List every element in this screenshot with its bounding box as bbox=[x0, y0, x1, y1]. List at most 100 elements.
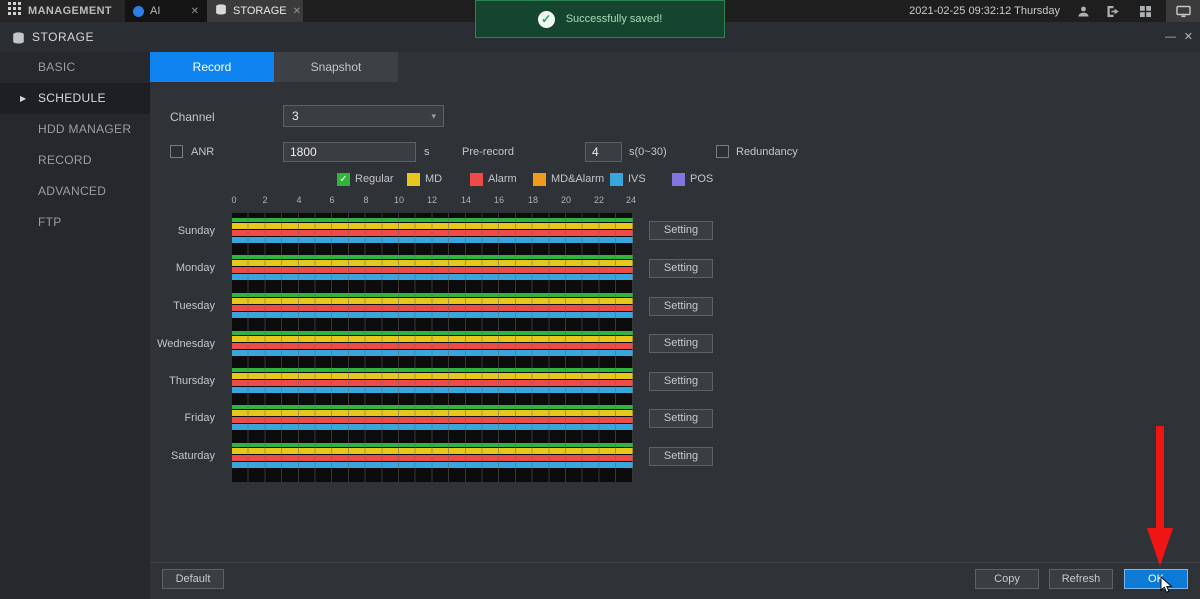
alarm-swatch bbox=[470, 173, 483, 186]
stripe-regular bbox=[232, 368, 633, 372]
stripe-md bbox=[232, 260, 633, 266]
minimize-icon[interactable]: — bbox=[1165, 22, 1176, 52]
anr-label: ANR bbox=[191, 146, 214, 158]
logout-icon[interactable] bbox=[1100, 0, 1126, 22]
sidebar-item-advanced[interactable]: ADVANCED bbox=[0, 176, 150, 207]
pre-record-input[interactable] bbox=[585, 142, 622, 162]
stripe-alarm bbox=[232, 455, 633, 461]
sidebar-item-label: ADVANCED bbox=[38, 184, 106, 198]
stripe-ivs bbox=[232, 387, 633, 393]
legend-pos[interactable]: POS bbox=[672, 172, 713, 186]
legend-label: Alarm bbox=[488, 173, 517, 185]
sidebar: BASIC ▶ SCHEDULE HDD MANAGER RECORD ADVAN… bbox=[0, 52, 150, 599]
stripe-md bbox=[232, 336, 633, 342]
sidebar-item-schedule[interactable]: ▶ SCHEDULE bbox=[0, 83, 150, 114]
sidebar-item-hdd-manager[interactable]: HDD MANAGER bbox=[0, 114, 150, 145]
sidebar-item-label: FTP bbox=[38, 215, 62, 229]
page-title: STORAGE bbox=[32, 22, 94, 52]
anr-input[interactable] bbox=[283, 142, 416, 162]
hour-label: 0 bbox=[231, 195, 236, 205]
hour-label: 16 bbox=[494, 195, 504, 205]
day-label-wednesday: Wednesday bbox=[150, 338, 215, 350]
channel-value: 3 bbox=[292, 109, 299, 123]
day-label-saturday: Saturday bbox=[150, 450, 215, 462]
tab-storage-label: STORAGE bbox=[233, 5, 287, 17]
schedule-row-friday[interactable] bbox=[232, 405, 633, 431]
close-icon[interactable]: ✕ bbox=[1184, 22, 1193, 52]
setting-button-wednesday[interactable]: Setting bbox=[649, 334, 713, 353]
ok-button[interactable]: OK bbox=[1124, 569, 1188, 589]
legend-regular[interactable]: ✓ Regular bbox=[337, 172, 394, 186]
refresh-button[interactable]: Refresh bbox=[1049, 569, 1113, 589]
stripe-md bbox=[232, 298, 633, 304]
stripe-md bbox=[232, 223, 633, 229]
tab-storage-close-icon[interactable]: ✕ bbox=[293, 6, 301, 17]
stripe-alarm bbox=[232, 380, 633, 386]
stripe-regular bbox=[232, 255, 633, 259]
check-icon: ✓ bbox=[339, 174, 347, 185]
management-menu[interactable]: MANAGEMENT bbox=[0, 0, 125, 22]
schedule-row-wednesday[interactable] bbox=[232, 331, 633, 357]
schedule-grid[interactable] bbox=[232, 213, 633, 482]
sidebar-item-label: BASIC bbox=[38, 60, 76, 74]
display-icon[interactable] bbox=[1166, 0, 1200, 22]
legend-ivs[interactable]: IVS bbox=[610, 172, 646, 186]
stripe-alarm bbox=[232, 305, 633, 311]
hour-label: 18 bbox=[528, 195, 538, 205]
management-label: MANAGEMENT bbox=[28, 5, 112, 17]
stripe-alarm bbox=[232, 417, 633, 423]
pre-record-unit-label: s(0~30) bbox=[629, 146, 667, 158]
layout-grid-icon[interactable] bbox=[1132, 0, 1158, 22]
ivs-swatch bbox=[610, 173, 623, 186]
legend-md[interactable]: MD bbox=[407, 172, 442, 186]
active-arrow-icon: ▶ bbox=[20, 83, 26, 114]
hour-label: 4 bbox=[296, 195, 301, 205]
tab-record[interactable]: Record bbox=[150, 52, 274, 82]
legend-alarm[interactable]: Alarm bbox=[470, 172, 517, 186]
setting-button-saturday[interactable]: Setting bbox=[649, 447, 713, 466]
stripe-md bbox=[232, 410, 633, 416]
channel-dropdown[interactable]: 3 ▾ bbox=[283, 105, 444, 127]
sidebar-item-ftp[interactable]: FTP bbox=[0, 207, 150, 238]
user-icon[interactable] bbox=[1070, 0, 1096, 22]
redundancy-checkbox[interactable] bbox=[716, 145, 729, 158]
setting-button-thursday[interactable]: Setting bbox=[649, 372, 713, 391]
schedule-row-sunday[interactable] bbox=[232, 218, 633, 244]
hour-label: 12 bbox=[427, 195, 437, 205]
anr-unit-label: s bbox=[424, 146, 430, 158]
setting-button-tuesday[interactable]: Setting bbox=[649, 297, 713, 316]
stripe-regular bbox=[232, 218, 633, 222]
setting-button-monday[interactable]: Setting bbox=[649, 259, 713, 278]
storage-disk-icon bbox=[215, 4, 227, 18]
legend-md-alarm[interactable]: MD&Alarm bbox=[533, 172, 604, 186]
legend-label: Regular bbox=[355, 173, 394, 185]
tab-snapshot[interactable]: Snapshot bbox=[274, 52, 398, 82]
datetime: 2021-02-25 09:32:12 Thursday bbox=[909, 0, 1060, 22]
setting-button-sunday[interactable]: Setting bbox=[649, 221, 713, 240]
setting-button-friday[interactable]: Setting bbox=[649, 409, 713, 428]
tab-ai[interactable]: AI ✕ bbox=[125, 0, 207, 22]
hour-axis: 0 2 4 6 8 10 12 14 16 18 20 22 24 bbox=[232, 195, 633, 205]
sidebar-item-label: SCHEDULE bbox=[38, 91, 106, 105]
hour-label: 22 bbox=[594, 195, 604, 205]
schedule-row-monday[interactable] bbox=[232, 255, 633, 281]
anr-checkbox[interactable] bbox=[170, 145, 183, 158]
stripe-ivs bbox=[232, 312, 633, 318]
schedule-row-thursday[interactable] bbox=[232, 368, 633, 394]
tab-ai-close-icon[interactable]: ✕ bbox=[191, 6, 199, 17]
stripe-ivs bbox=[232, 424, 633, 430]
schedule-row-tuesday[interactable] bbox=[232, 293, 633, 319]
sidebar-item-basic[interactable]: BASIC bbox=[0, 52, 150, 83]
day-label-thursday: Thursday bbox=[150, 375, 215, 387]
tab-storage[interactable]: STORAGE ✕ bbox=[207, 0, 303, 22]
app-screen: MANAGEMENT AI ✕ STORAGE ✕ 2021-02-25 09:… bbox=[0, 0, 1200, 599]
annotation-arrow bbox=[1138, 420, 1182, 570]
hour-label: 2 bbox=[262, 195, 267, 205]
day-label-friday: Friday bbox=[150, 412, 215, 424]
default-button[interactable]: Default bbox=[162, 569, 224, 589]
legend-label: MD&Alarm bbox=[551, 173, 604, 185]
copy-button[interactable]: Copy bbox=[975, 569, 1039, 589]
sidebar-item-record[interactable]: RECORD bbox=[0, 145, 150, 176]
ai-icon bbox=[133, 6, 144, 17]
schedule-row-saturday[interactable] bbox=[232, 443, 633, 469]
